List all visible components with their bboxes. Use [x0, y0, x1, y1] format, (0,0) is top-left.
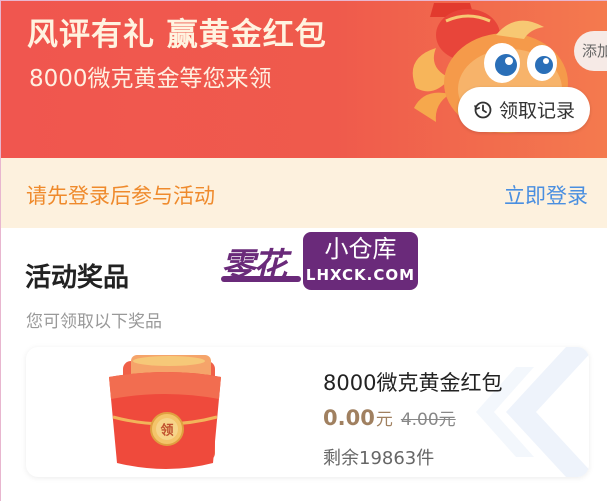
watermark-swoosh: [221, 276, 301, 282]
red-envelope-icon: 领: [109, 355, 221, 469]
claim-record-label: 领取记录: [498, 100, 575, 122]
prizes-section: 活动奖品 您可领取以下奖品 零花 小仓库 LHXCK.COM 领 8000微克黄…: [1, 228, 607, 501]
activity-banner: 风评有礼 赢黄金红包 8000微克黄金等您来领 添加 领取记录: [1, 1, 607, 158]
banner-title: 风评有礼 赢黄金红包: [27, 17, 327, 53]
envelope-coin-text: 领: [160, 423, 173, 439]
login-tip-text: 请先登录后参与活动: [26, 184, 215, 208]
watermark-box-bottom: LHXCK.COM: [305, 266, 416, 284]
claim-record-button[interactable]: 领取记录: [458, 87, 590, 132]
watermark-box: 小仓库 LHXCK.COM: [303, 232, 418, 290]
prize-price-unit: 元: [375, 410, 393, 430]
login-prompt-bar: 请先登录后参与活动 立即登录: [1, 158, 607, 228]
watermark-box-top: 小仓库: [324, 235, 397, 263]
prize-stock: 剩余19863件: [323, 448, 435, 469]
prize-price: 0.00 元 4.00元: [323, 405, 456, 430]
prize-name: 8000微克黄金红包: [323, 371, 503, 395]
site-watermark-logo: 零花 小仓库 LHXCK.COM: [221, 232, 419, 290]
history-clock-icon: [474, 101, 492, 118]
login-now-link[interactable]: 立即登录: [504, 180, 588, 210]
prize-current-price: 0.00: [323, 406, 375, 430]
prize-original-price: 4.00元: [400, 410, 456, 430]
section-title: 活动奖品: [25, 263, 130, 293]
section-subtitle: 您可领取以下奖品: [26, 312, 162, 332]
banner-subtitle: 8000微克黄金等您来领: [29, 66, 272, 92]
add-button[interactable]: 添加: [574, 31, 607, 71]
prize-card[interactable]: 领 8000微克黄金红包 0.00 元 4.00元 剩余19863件: [26, 347, 589, 477]
